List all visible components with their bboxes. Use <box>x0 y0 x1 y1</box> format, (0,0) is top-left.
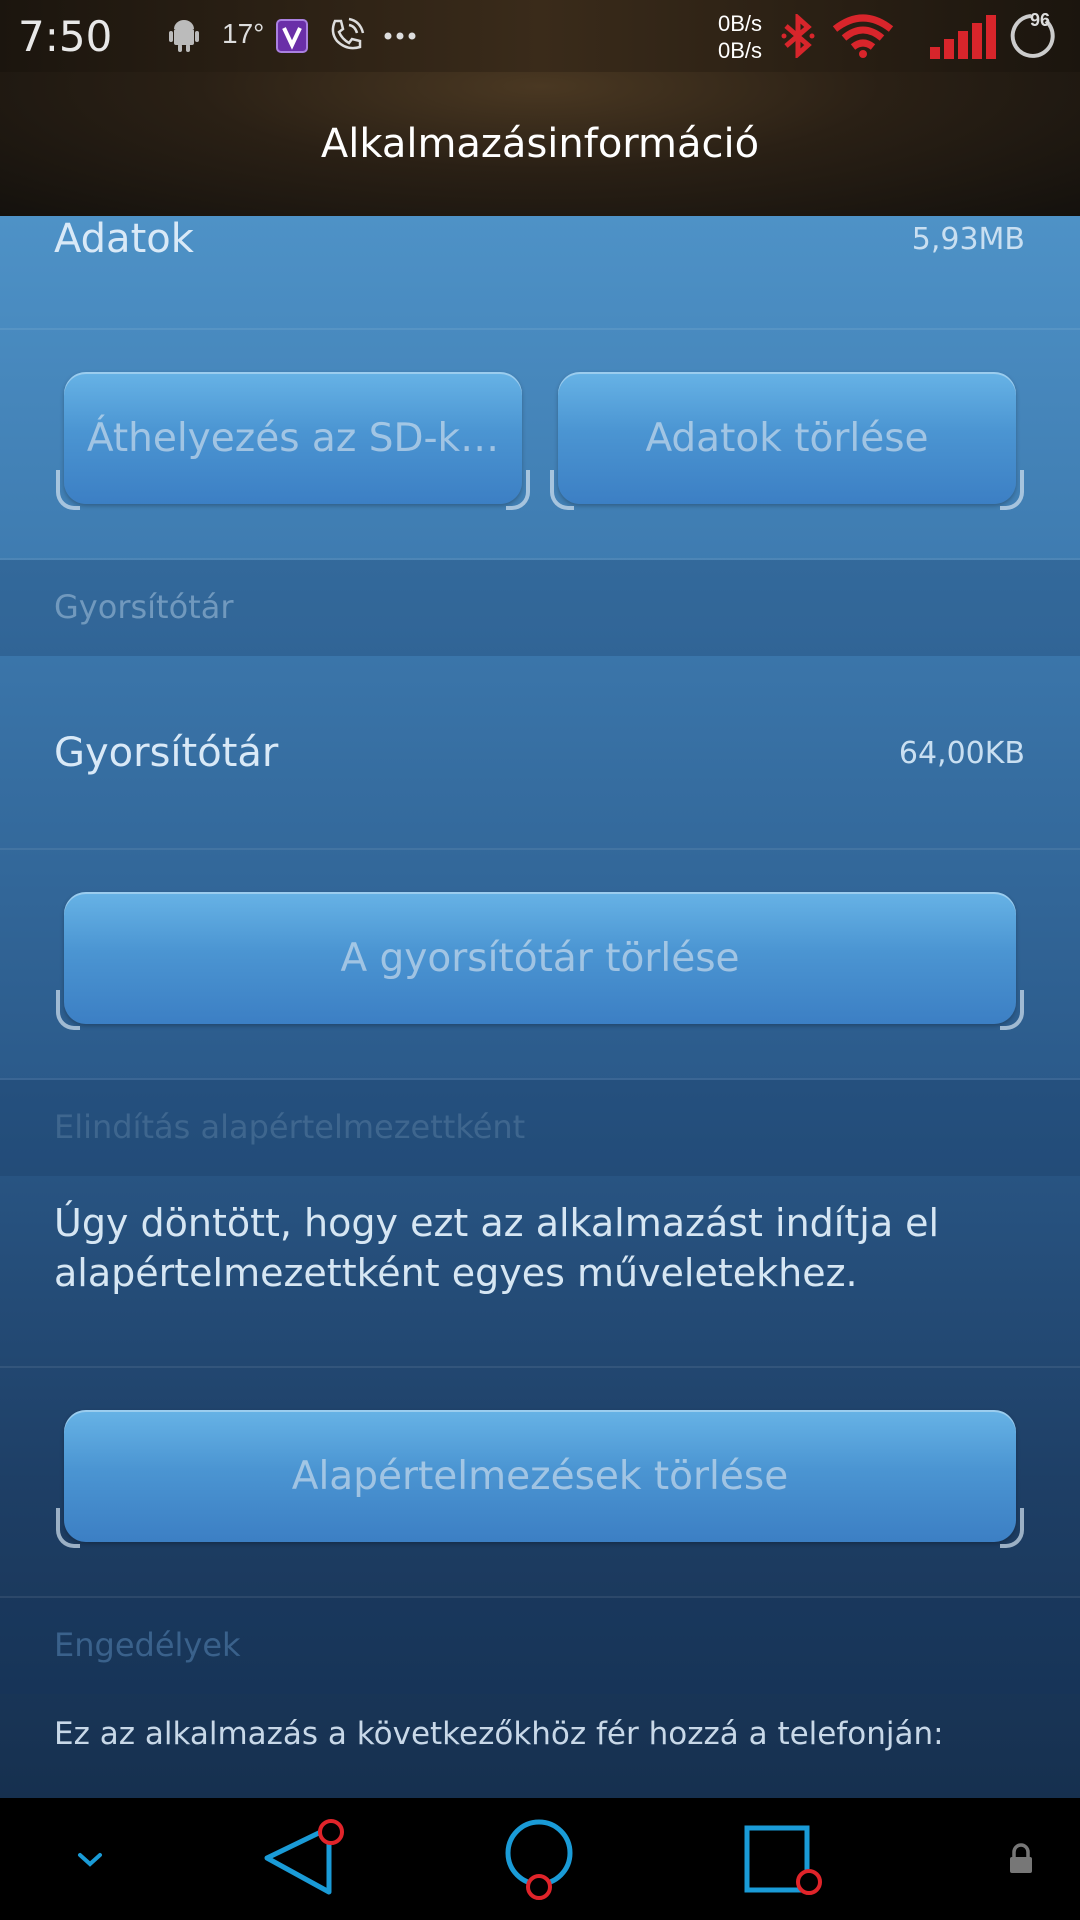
home-icon[interactable] <box>490 1798 590 1920</box>
button-corner <box>1000 470 1024 510</box>
cache-label: Gyorsítótár <box>54 730 279 776</box>
wifi-icon <box>832 14 894 58</box>
divider <box>0 1366 1080 1368</box>
net-up-value: 0B/s <box>718 11 763 36</box>
more-icon <box>382 16 418 56</box>
clear-cache-button[interactable]: A gyorsítótár törlése <box>56 892 1024 1030</box>
launch-default-section-title: Elindítás alapértelmezettként <box>54 1108 526 1146</box>
permissions-description: Ez az alkalmazás a következőkhöz fér hoz… <box>54 1716 944 1752</box>
divider <box>0 848 1080 850</box>
clear-data-button[interactable]: Adatok törlése <box>550 372 1024 510</box>
cache-section-header: Gyorsítótár <box>0 560 1080 656</box>
button-corner <box>1000 1508 1024 1548</box>
status-temperature: 17° <box>222 18 265 49</box>
page-title: Alkalmazásinformáció <box>320 121 760 167</box>
android-icon <box>166 16 202 56</box>
button-corner <box>506 470 530 510</box>
status-time: 7:50 <box>18 12 113 61</box>
data-label: Adatok <box>54 216 194 262</box>
button-corner <box>56 470 80 510</box>
clear-data-label: Adatok törlése <box>645 415 929 461</box>
signal-icon <box>928 15 998 59</box>
move-to-sd-label: Áthelyezés az SD-k… <box>86 415 500 461</box>
back-icon[interactable] <box>250 1798 350 1920</box>
button-corner <box>56 990 80 1030</box>
button-corner <box>550 470 574 510</box>
data-value: 5,93MB <box>911 222 1025 257</box>
button-corner <box>56 1508 80 1548</box>
launch-default-description: Úgy döntött, hogy ezt az alkalmazást ind… <box>54 1201 940 1295</box>
clear-cache-label: A gyorsítótár törlése <box>340 935 740 981</box>
lock-icon[interactable] <box>996 1798 1046 1920</box>
title-bar: Alkalmazásinformáció <box>0 72 1080 216</box>
button-corner <box>1000 990 1024 1030</box>
net-down-value: 0B/s <box>718 38 763 63</box>
clear-defaults-button[interactable]: Alapértelmezések törlése <box>56 1410 1024 1548</box>
divider <box>0 328 1080 330</box>
chevron-down-icon[interactable] <box>60 1798 120 1920</box>
status-bar: 7:50 17° 0B/s 0B/s 96 <box>0 0 1080 72</box>
cache-section-title: Gyorsítótár <box>54 588 234 626</box>
launch-default-section-header: Elindítás alapértelmezettként <box>0 1080 1080 1176</box>
clear-defaults-label: Alapértelmezések törlése <box>291 1453 789 1499</box>
app-info-content[interactable]: Adatok 5,93MB Áthelyezés az SD-k… Adatok… <box>0 216 1080 1798</box>
permissions-section-title: Engedélyek <box>54 1626 241 1664</box>
recents-icon[interactable] <box>730 1798 830 1920</box>
network-speed: 0B/s 0B/s <box>718 10 762 64</box>
phone-call-icon <box>326 16 366 56</box>
permissions-section-header: Engedélyek <box>0 1598 1080 1694</box>
battery-level: 96 <box>1030 10 1051 30</box>
navigation-bar <box>0 1798 1080 1920</box>
bluetooth-icon <box>778 14 818 58</box>
move-to-sd-button[interactable]: Áthelyezés az SD-k… <box>56 372 530 510</box>
cache-value: 64,00KB <box>898 736 1025 771</box>
v-app-icon <box>276 16 308 56</box>
